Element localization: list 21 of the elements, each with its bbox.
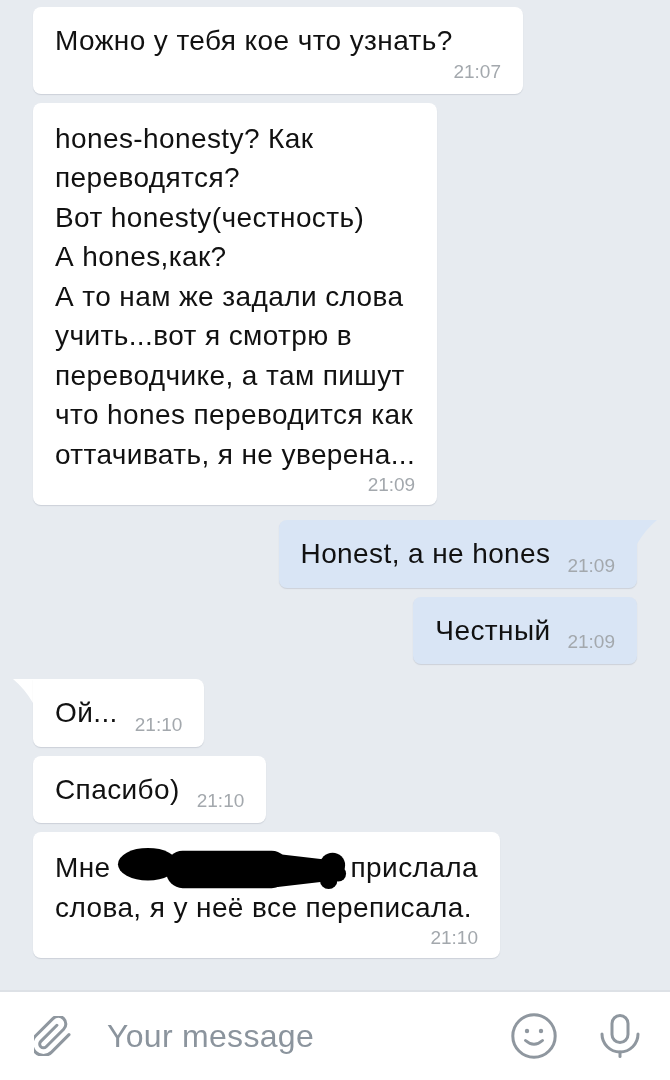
message-text: Ой... (55, 696, 118, 730)
microphone-icon[interactable] (600, 1014, 640, 1058)
message-text: hones-honesty? Как переводятся? Вот honesty(честность) А hones,как? А то нам же задали слова учить...вот я смотрю в переводчике, а там пишут что hones переводится как оттачивать, я не уверена... (55, 121, 416, 472)
message-text: Спасибо) (55, 772, 180, 807)
message-time: 21:10 (429, 927, 478, 948)
message-text: слова, я у неё все переписала. (55, 890, 472, 925)
message-text: прислала (350, 851, 478, 885)
message-text: Можно у тебя кое что узнать? (55, 24, 453, 58)
message-time: 21:10 (196, 790, 245, 811)
message-time: 21:07 (453, 60, 501, 82)
message-time: 21:09 (567, 631, 615, 652)
message-text: Мне (55, 851, 111, 885)
message-time: 21:09 (567, 554, 615, 576)
message-text: Honest, а не hones (300, 537, 551, 571)
message-input[interactable]: Your message (107, 1011, 491, 1061)
message-time: 21:09 (366, 474, 416, 495)
message-text: Честный (435, 613, 551, 648)
paperclip-icon[interactable] (34, 1016, 71, 1056)
message-time: 21:10 (134, 713, 183, 735)
message-composer[interactable]: Your message (0, 990, 670, 1080)
smiley-icon[interactable] (511, 1013, 557, 1059)
